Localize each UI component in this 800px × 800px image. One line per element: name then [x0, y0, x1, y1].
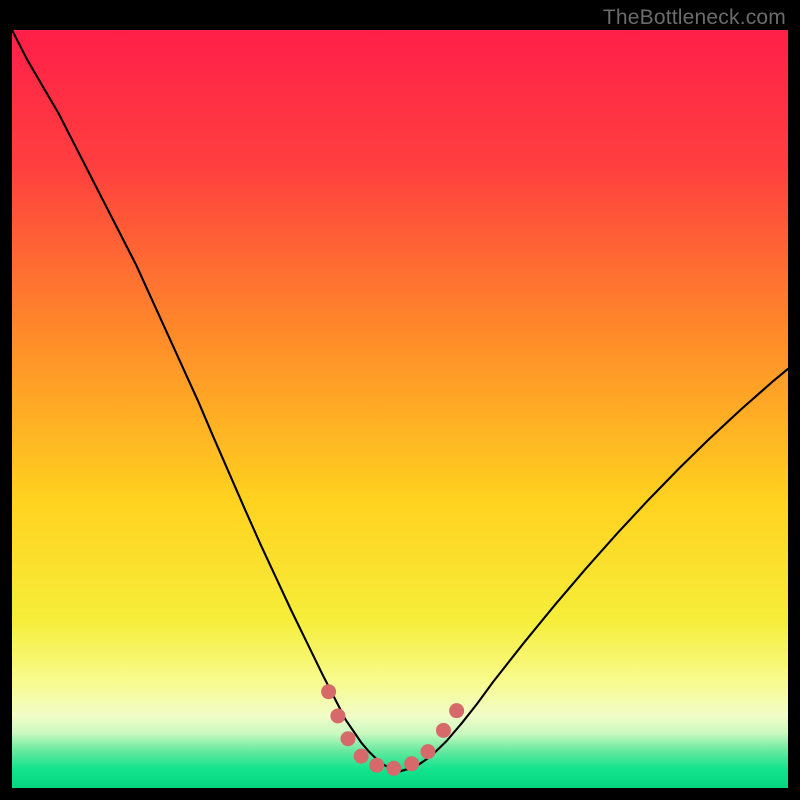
highlight-marker	[331, 709, 345, 723]
watermark-text: TheBottleneck.com	[603, 6, 786, 30]
highlight-marker	[421, 745, 435, 759]
highlight-marker	[436, 723, 450, 737]
highlight-marker	[354, 749, 368, 763]
bottleneck-chart	[12, 30, 788, 788]
highlight-marker	[387, 761, 401, 775]
highlight-marker	[341, 732, 355, 746]
highlight-marker	[405, 757, 419, 771]
highlight-marker	[370, 758, 384, 772]
chart-frame	[12, 30, 788, 788]
chart-background	[12, 30, 788, 788]
highlight-marker	[322, 685, 336, 699]
highlight-marker	[450, 704, 464, 718]
